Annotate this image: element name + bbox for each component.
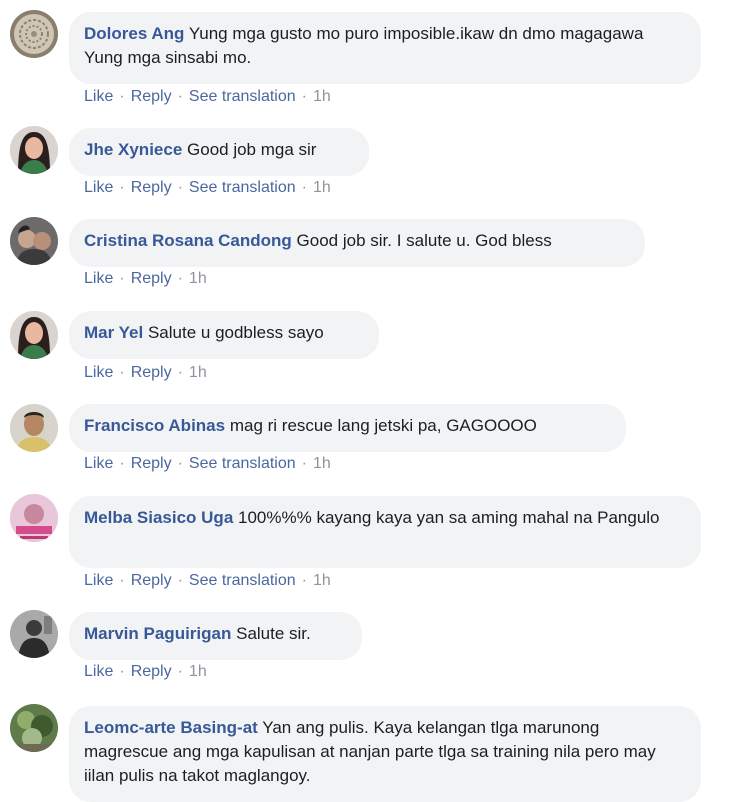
like-link[interactable]: Like (84, 270, 113, 287)
comment-author-link[interactable]: Dolores Ang (84, 24, 184, 43)
comment-bubble: Cristina Rosana Candong Good job sir. I … (69, 219, 645, 267)
comment-timestamp[interactable]: 1h (189, 663, 207, 680)
comment-timestamp[interactable]: 1h (313, 455, 331, 472)
comment-text: Salute sir. (236, 624, 311, 643)
garden-photo-avatar[interactable] (10, 704, 58, 752)
selfie-avatar[interactable] (10, 217, 58, 265)
separator-dot: · (177, 364, 183, 381)
comment-text: Salute u godbless sayo (147, 323, 324, 342)
separator-dot: · (301, 88, 307, 105)
comment-timestamp[interactable]: 1h (189, 270, 207, 287)
comment-actions: Like · Reply · See translation · 1h (84, 178, 331, 198)
see-translation-link[interactable]: See translation (189, 179, 296, 196)
reply-link[interactable]: Reply (131, 663, 172, 680)
separator-dot: · (119, 663, 125, 680)
like-link[interactable]: Like (84, 88, 113, 105)
comment-author-link[interactable]: Francisco Abinas (84, 416, 225, 435)
comment-bubble: Dolores Ang Yung mga gusto mo puro impos… (69, 12, 701, 84)
like-link[interactable]: Like (84, 364, 113, 381)
comment-actions: Like · Reply · See translation · 1h (84, 454, 331, 474)
comment-actions: Like · Reply · 1h (84, 363, 207, 383)
separator-dot: · (119, 364, 125, 381)
comment-author-link[interactable]: Jhe Xyniece (84, 140, 182, 159)
woman-portrait-avatar[interactable] (10, 126, 58, 174)
comment-bubble: Mar Yel Salute u godbless sayo (69, 311, 379, 359)
woman-portrait-avatar[interactable] (10, 311, 58, 359)
see-translation-link[interactable]: See translation (189, 572, 296, 589)
comment-bubble: Jhe Xyniece Good job mga sir (69, 128, 369, 176)
separator-dot: · (177, 572, 183, 589)
separator-dot: · (119, 455, 125, 472)
comment-timestamp[interactable]: 1h (313, 572, 331, 589)
comment-author-link[interactable]: Leomc-arte Basing-at (84, 718, 258, 737)
comment-timestamp[interactable]: 1h (189, 364, 207, 381)
reply-link[interactable]: Reply (131, 270, 172, 287)
comment-author-link[interactable]: Mar Yel (84, 323, 143, 342)
comment-bubble: Leomc-arte Basing-at Yan ang pulis. Kaya… (69, 706, 701, 802)
separator-dot: · (177, 663, 183, 680)
separator-dot: · (301, 572, 307, 589)
comment-bubble: Melba Siasico Uga 100%%% kayang kaya yan… (69, 496, 701, 568)
comment-actions: Like · Reply · See translation · 1h (84, 87, 331, 107)
comment-text: mag ri rescue lang jetski pa, GAGOOOO (229, 416, 537, 435)
reply-link[interactable]: Reply (131, 364, 172, 381)
lace-doily-avatar[interactable] (10, 10, 58, 58)
comment-bubble: Marvin Paguirigan Salute sir. (69, 612, 362, 660)
separator-dot: · (119, 179, 125, 196)
separator-dot: · (119, 572, 125, 589)
comment-timestamp[interactable]: 1h (313, 179, 331, 196)
see-translation-link[interactable]: See translation (189, 455, 296, 472)
comment-bubble: Francisco Abinas mag ri rescue lang jets… (69, 404, 626, 452)
see-translation-link[interactable]: See translation (189, 88, 296, 105)
like-link[interactable]: Like (84, 572, 113, 589)
comment-actions: Like · Reply · 1h (84, 269, 207, 289)
separator-dot: · (301, 455, 307, 472)
like-link[interactable]: Like (84, 179, 113, 196)
comment-author-link[interactable]: Marvin Paguirigan (84, 624, 231, 643)
man-portrait-avatar[interactable] (10, 404, 58, 452)
comment-author-link[interactable]: Melba Siasico Uga (84, 508, 233, 527)
comment-text: 100%%% kayang kaya yan sa aming mahal na… (238, 508, 660, 527)
separator-dot: · (177, 455, 183, 472)
separator-dot: · (119, 88, 125, 105)
like-link[interactable]: Like (84, 663, 113, 680)
reply-link[interactable]: Reply (131, 455, 172, 472)
pink-photo-avatar[interactable] (10, 494, 58, 542)
comment-author-link[interactable]: Cristina Rosana Candong (84, 231, 292, 250)
separator-dot: · (177, 270, 183, 287)
separator-dot: · (119, 270, 125, 287)
comment-text: Good job mga sir (187, 140, 317, 159)
reply-link[interactable]: Reply (131, 88, 172, 105)
separator-dot: · (177, 179, 183, 196)
comment-timestamp[interactable]: 1h (313, 88, 331, 105)
comment-actions: Like · Reply · 1h (84, 662, 207, 682)
comment-text: Good job sir. I salute u. God bless (296, 231, 552, 250)
reply-link[interactable]: Reply (131, 572, 172, 589)
separator-dot: · (301, 179, 307, 196)
reply-link[interactable]: Reply (131, 179, 172, 196)
like-link[interactable]: Like (84, 455, 113, 472)
separator-dot: · (177, 88, 183, 105)
comment-actions: Like · Reply · See translation · 1h (84, 571, 331, 591)
comment-list: Dolores Ang Yung mga gusto mo puro impos… (0, 0, 750, 802)
silhouette-avatar[interactable] (10, 610, 58, 658)
